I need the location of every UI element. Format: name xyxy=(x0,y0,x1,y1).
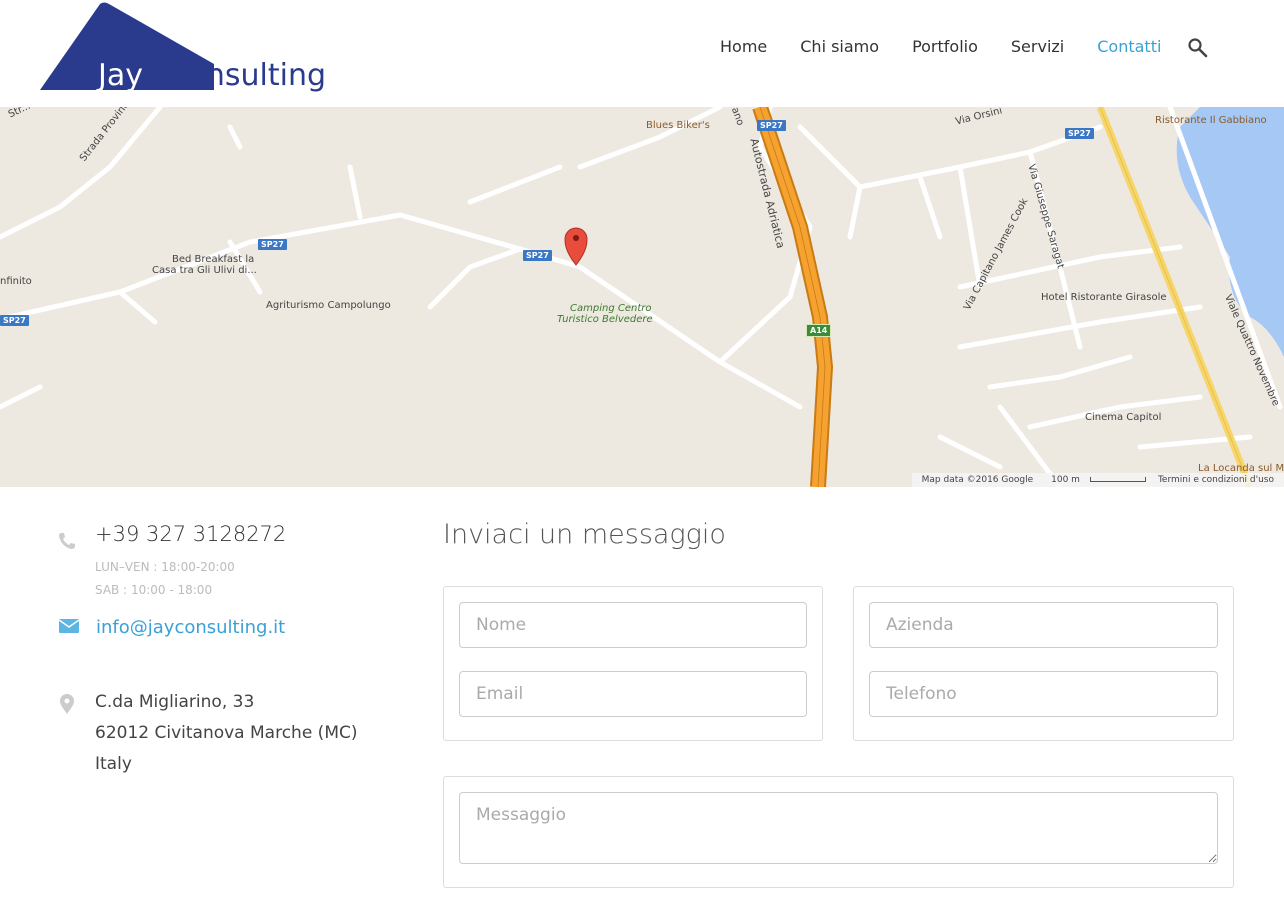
logo-word-jay: Jay xyxy=(96,58,143,93)
message-textarea[interactable] xyxy=(459,792,1218,864)
address-line-2: 62012 Civitanova Marche (MC) xyxy=(95,723,358,743)
map-label-gabbiano: Ristorante Il Gabbiano xyxy=(1155,115,1267,126)
nav-contatti[interactable]: Contatti xyxy=(1097,36,1161,58)
map-badge-a14: A14 xyxy=(806,324,832,337)
map-label-bb2: Casa tra Gli Ulivi di... xyxy=(152,265,257,276)
address-line-3: Italy xyxy=(95,754,132,774)
phone-number[interactable]: +39 327 3128272 xyxy=(95,522,286,546)
search-icon[interactable] xyxy=(1187,37,1209,59)
company-input[interactable] xyxy=(869,602,1218,648)
phone-input[interactable] xyxy=(869,671,1218,717)
map-label-blues: Blues Biker's xyxy=(646,120,710,131)
logo-word-consulting: consulting xyxy=(171,58,326,93)
mail-icon xyxy=(58,619,80,638)
nav-portfolio[interactable]: Portfolio xyxy=(912,36,978,58)
hours-weekday: LUN–VEN : 18:00-20:00 xyxy=(95,560,235,574)
name-input[interactable] xyxy=(459,602,807,648)
map-badge-sp27: SP27 xyxy=(258,239,287,250)
nav-home[interactable]: Home xyxy=(720,36,767,58)
map-label-camping2: Turistico Belvedere xyxy=(557,314,653,325)
email-input[interactable] xyxy=(459,671,807,717)
map-badge-sp27: SP27 xyxy=(757,120,786,131)
map-badge-sp27: SP27 xyxy=(1065,128,1094,139)
nav-servizi[interactable]: Servizi xyxy=(1011,36,1064,58)
hours-saturday: SAB : 10:00 - 18:00 xyxy=(95,583,213,597)
map-label-campolungo: Agriturismo Campolungo xyxy=(266,300,391,311)
map-label-bb1: Bed Breakfast la xyxy=(172,254,255,265)
jay-consulting-logo[interactable]: Jay consulting xyxy=(38,2,330,94)
map-label-camping1: Camping Centro xyxy=(570,303,652,314)
map-badge-sp27: SP27 xyxy=(0,315,29,326)
site-header: Jay consulting Home Chi siamo Portfolio … xyxy=(0,0,1284,107)
location-pin-icon xyxy=(60,694,74,719)
location-map[interactable]: Strada Provinciale Mo Str... ano Blues B… xyxy=(0,107,1284,487)
map-scale-label: 100 m xyxy=(1051,475,1080,485)
map-attribution: Map data ©2016 Google xyxy=(921,475,1034,485)
form-title: Inviaci un messaggio xyxy=(443,519,726,550)
map-footer: Map data ©2016 Google 100 m Termini e co… xyxy=(911,473,1284,487)
phone-icon xyxy=(57,531,77,556)
map-scale: 100 m xyxy=(1045,475,1146,485)
map-label-capitol: Cinema Capitol xyxy=(1085,412,1162,423)
map-badge-sp27: SP27 xyxy=(523,250,552,261)
main-nav: Home Chi siamo Portfolio Servizi Contatt… xyxy=(720,36,1194,58)
map-label-girasole: Hotel Ristorante Girasole xyxy=(1041,292,1167,303)
email-link[interactable]: info@jayconsulting.it xyxy=(96,617,285,638)
contact-info: +39 327 3128272 LUN–VEN : 18:00-20:00 SA… xyxy=(0,487,420,915)
map-terms-link[interactable]: Termini e condizioni d'uso xyxy=(1158,475,1274,485)
nav-chi-siamo[interactable]: Chi siamo xyxy=(800,36,879,58)
address-line-1: C.da Migliarino, 33 xyxy=(95,692,255,712)
map-label-infinito: nfinito xyxy=(0,276,32,287)
